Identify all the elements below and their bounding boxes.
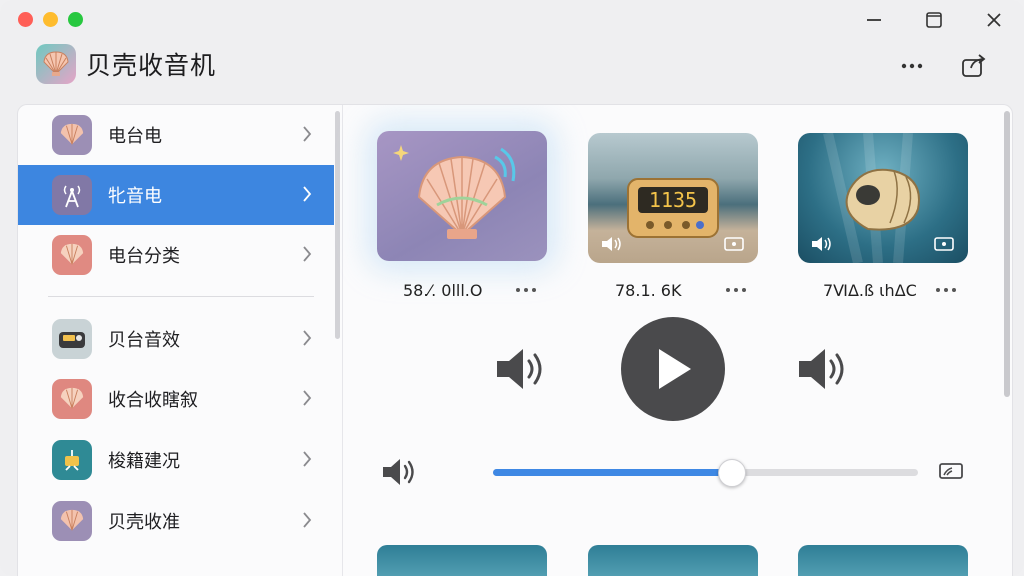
speaker-icon[interactable] (810, 235, 834, 253)
header-actions (898, 52, 988, 80)
share-icon (962, 54, 986, 77)
svg-text:1135: 1135 (649, 188, 697, 212)
window-controls (858, 6, 1010, 34)
app-window: 贝壳收音机 电台电 牝音电 电台分类 贝台音效 收合收瞎叙 梭籍建况 贝壳收准 … (0, 0, 1024, 576)
chevron-right-icon (303, 186, 312, 202)
sidebar-item-2[interactable]: 牝音电 (18, 165, 334, 225)
window-traffic-lights (18, 12, 83, 27)
app-title: 贝壳收音机 (86, 51, 217, 80)
more-options-button[interactable] (898, 52, 926, 80)
sidebar-item-3[interactable]: 电台分类 (18, 225, 334, 285)
minimize-window-button[interactable] (43, 12, 58, 27)
maximize-button[interactable] (918, 6, 950, 34)
station-thumbnail[interactable] (588, 545, 758, 576)
chevron-right-icon (303, 390, 312, 406)
more-horizontal-icon[interactable] (935, 286, 959, 294)
volume-slider[interactable] (493, 459, 918, 487)
card-controls (600, 235, 744, 253)
radio-device-icon (52, 319, 92, 359)
close-icon (987, 13, 1001, 27)
sidebar-item-label: 收合收瞎叙 (108, 390, 198, 411)
cast-icon[interactable] (724, 236, 744, 252)
shell-icon (52, 379, 92, 419)
station-label: 7ⅥΔ.ß ιhΔC (823, 281, 917, 300)
airplay-icon[interactable] (938, 461, 964, 483)
maximize-icon (926, 12, 942, 28)
sidebar-item-label: 梭籍建况 (108, 451, 180, 472)
radio-tower-icon (52, 175, 92, 215)
station-label: 58.⁄. 0lll.O (403, 281, 483, 300)
app-shell-icon (36, 44, 76, 84)
shell-icon (52, 115, 92, 155)
minimize-icon (867, 19, 881, 21)
chevron-right-icon (303, 451, 312, 467)
volume-down-icon[interactable] (493, 345, 549, 393)
close-window-button[interactable] (18, 12, 33, 27)
volume-icon[interactable] (381, 455, 421, 489)
volume-slider-fill (493, 469, 731, 476)
sidebar-item-5[interactable]: 收合收瞎叙 (18, 369, 334, 429)
sidebar-item-7[interactable]: 贝壳收准 (18, 491, 334, 551)
sidebar-item-label: 电台分类 (108, 246, 180, 267)
card-controls (810, 235, 954, 253)
play-icon (659, 349, 691, 389)
content-panel: 电台电 牝音电 电台分类 贝台音效 收合收瞎叙 梭籍建况 贝壳收准 58.⁄. … (17, 104, 1013, 576)
sidebar-item-label: 贝壳收准 (108, 512, 180, 533)
share-button[interactable] (960, 52, 988, 80)
station-label: 78.1. 6K (615, 281, 682, 300)
station-card-seashell[interactable] (798, 133, 968, 263)
sidebar-item-label: 牝音电 (108, 186, 162, 207)
sidebar-divider (48, 296, 314, 297)
chevron-right-icon (303, 330, 312, 346)
more-horizontal-icon[interactable] (725, 286, 749, 294)
more-horizontal-icon (901, 63, 923, 69)
sidebar-item-label: 贝台音效 (108, 330, 180, 351)
antenna-icon (52, 440, 92, 480)
zoom-window-button[interactable] (68, 12, 83, 27)
shell-icon (52, 501, 92, 541)
chevron-right-icon (303, 512, 312, 528)
chevron-right-icon (303, 126, 312, 142)
play-button[interactable] (621, 317, 725, 421)
volume-up-icon[interactable] (795, 345, 851, 393)
close-button[interactable] (978, 6, 1010, 34)
sidebar-item-6[interactable]: 梭籍建况 (18, 430, 334, 490)
shell-icon (52, 235, 92, 275)
volume-slider-knob[interactable] (718, 459, 746, 487)
chevron-right-icon (303, 246, 312, 262)
sidebar-scrollbar[interactable] (335, 111, 340, 339)
cast-icon[interactable] (934, 236, 954, 252)
sidebar-item-4[interactable]: 贝台音效 (18, 309, 334, 369)
more-horizontal-icon[interactable] (515, 286, 539, 294)
main-area: 58.⁄. 0lll.O 1135 78.1. 6K 7ⅥΔ.ß ιhΔC (343, 105, 1012, 576)
app-header: 贝壳收音机 (36, 44, 216, 84)
station-card-shell[interactable] (377, 131, 547, 261)
speaker-icon[interactable] (600, 235, 624, 253)
station-thumbnail[interactable] (377, 545, 547, 576)
station-card-clock-radio[interactable]: 1135 (588, 133, 758, 263)
sidebar-item-1[interactable]: 电台电 (18, 105, 334, 165)
sidebar-item-label: 电台电 (108, 126, 162, 147)
minimize-button[interactable] (858, 6, 890, 34)
main-scrollbar[interactable] (1004, 111, 1010, 397)
shell-radio-artwork (393, 145, 516, 239)
sidebar: 电台电 牝音电 电台分类 贝台音效 收合收瞎叙 梭籍建况 贝壳收准 (18, 105, 334, 576)
station-thumbnail[interactable] (798, 545, 968, 576)
